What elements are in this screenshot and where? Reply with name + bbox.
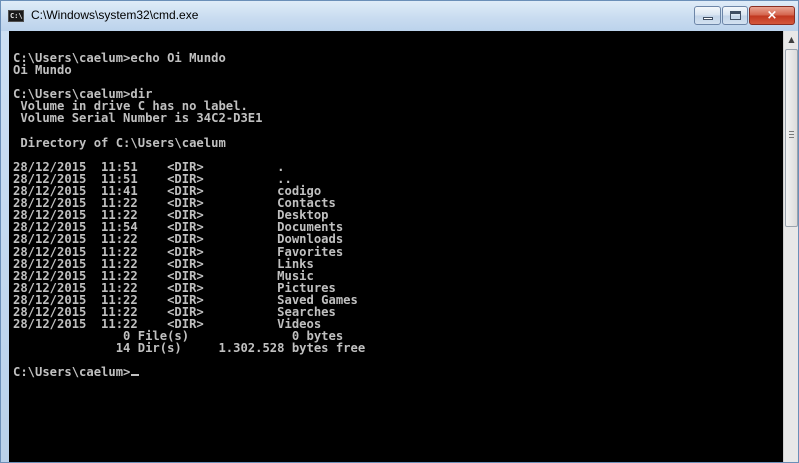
- close-button[interactable]: ×: [749, 6, 795, 25]
- console-line: Volume Serial Number is 34C2-D3E1: [13, 111, 263, 126]
- console-icon: C:\: [8, 10, 24, 22]
- minimize-button[interactable]: [694, 6, 721, 25]
- maximize-icon: [730, 11, 741, 20]
- prompt-text: C:\Users\caelum>: [13, 365, 131, 380]
- close-icon: ×: [766, 8, 778, 23]
- text-cursor: [131, 374, 140, 377]
- scrollbar-thumb[interactable]: [785, 49, 798, 227]
- console-line: 28/12/2015 11:22 <DIR> Downloads: [13, 232, 344, 247]
- console-line: Directory of C:\Users\caelum: [13, 135, 226, 150]
- thumb-grip: [789, 130, 794, 138]
- maximize-button[interactable]: [722, 6, 748, 25]
- console-line: Oi Mundo: [13, 63, 72, 78]
- console-area[interactable]: C:\Users\caelum>echo Oi Mundo Oi Mundo C:\…: [9, 31, 783, 462]
- minimize-icon: [703, 17, 713, 20]
- window-title: C:\Windows\system32\cmd.exe: [31, 8, 199, 22]
- title-bar[interactable]: C:\ C:\Windows\system32\cmd.exe ×: [1, 1, 798, 31]
- console-line: 14 Dir(s) 1.302.528 bytes free: [13, 341, 366, 356]
- console-output: C:\Users\caelum>echo Oi Mundo Oi Mundo C:\…: [13, 52, 365, 379]
- console-line: 28/12/2015 11:22 <DIR> Favorites: [13, 244, 344, 259]
- console-line: 28/12/2015 11:22 <DIR> Music: [13, 268, 314, 283]
- scroll-up-arrow-icon[interactable]: ▲: [784, 31, 798, 48]
- console-line: 28/12/2015 11:22 <DIR> Links: [13, 256, 314, 271]
- cmd-window: C:\ C:\Windows\system32\cmd.exe × C:\Use…: [0, 0, 799, 463]
- prompt-line[interactable]: C:\Users\caelum>: [13, 365, 365, 380]
- vertical-scrollbar[interactable]: ▲: [783, 31, 798, 462]
